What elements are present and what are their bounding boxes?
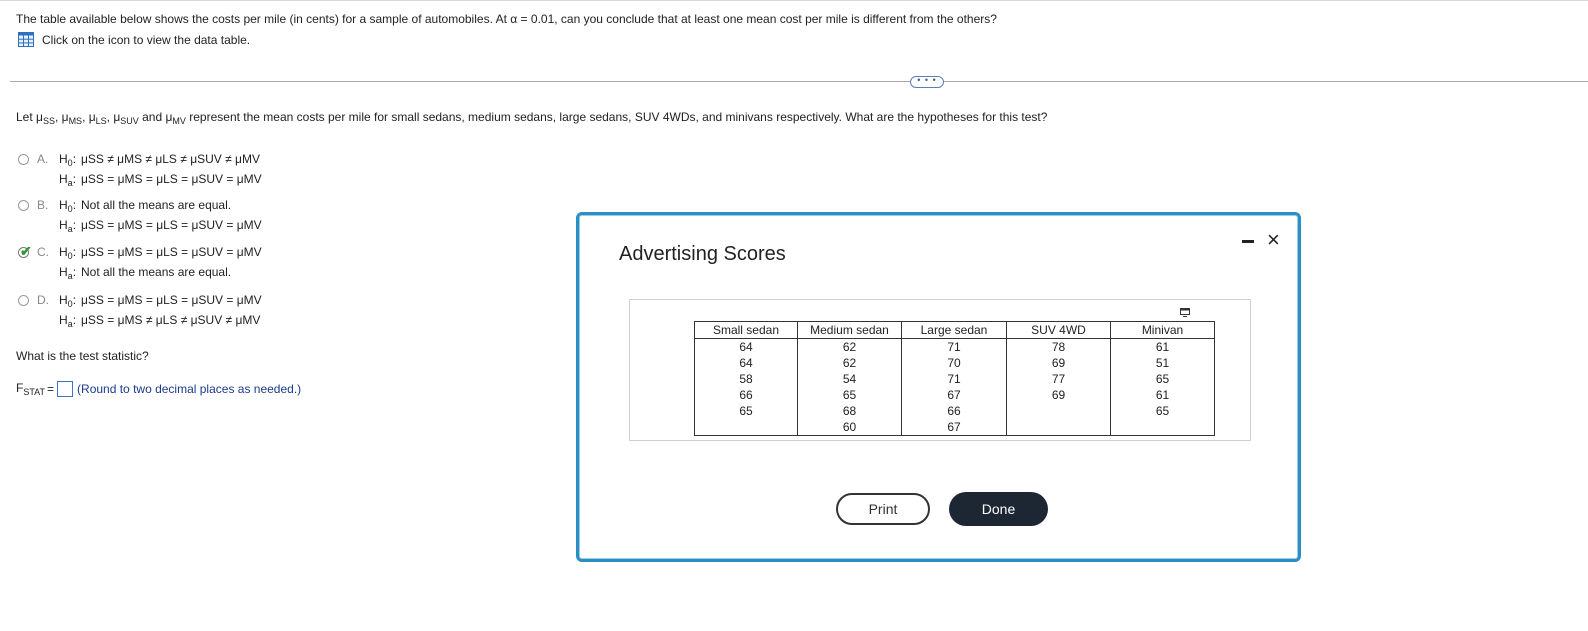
table-cell: 65: [797, 387, 902, 403]
table-row: 65 68 66 65: [694, 403, 1215, 419]
option-d-letter: D.: [37, 293, 49, 307]
expand-content-button[interactable]: • • •: [910, 76, 944, 88]
table-cell: 62: [797, 338, 902, 355]
section-divider: [10, 81, 1588, 82]
fstat-equals: =: [47, 382, 55, 396]
table-cell: 67: [901, 387, 1007, 403]
option-a-radio[interactable]: [18, 154, 29, 165]
table-cell: 65: [1110, 371, 1215, 387]
option-b-ha: Ha: μSS = μMS = μLS = μSUV = μMV: [59, 218, 262, 234]
ellipsis-icon: • • •: [917, 75, 937, 85]
top-rule: [0, 0, 1588, 1]
question-text: The table available below shows the cost…: [16, 12, 997, 26]
table-row: 60 67: [694, 419, 1215, 436]
option-c-h0: H0: μSS = μMS = μLS = μSUV = μMV: [59, 245, 262, 261]
table-cell: [1110, 419, 1215, 436]
option-d-h0: H0: μSS = μMS = μLS = μSUV = μMV: [59, 293, 262, 309]
table-cell: 65: [694, 403, 798, 419]
question-prefix: The table available below shows the cost…: [16, 12, 507, 26]
column-header: Small sedan: [694, 321, 798, 339]
table-cell: 70: [901, 355, 1007, 371]
table-cell: 68: [797, 403, 902, 419]
done-button[interactable]: Done: [949, 492, 1048, 526]
table-grid-icon[interactable]: [18, 32, 34, 47]
alpha-value: = 0.01, can you conclude that at least o…: [520, 12, 997, 26]
column-header: SUV 4WD: [1006, 321, 1111, 339]
checkmark-icon: ✔: [20, 243, 32, 259]
column-header: Minivan: [1110, 321, 1215, 339]
table-cell: [1006, 403, 1111, 419]
data-table-link[interactable]: Click on the icon to view the data table…: [18, 32, 250, 47]
table-cell: 51: [1110, 355, 1215, 371]
table-link-label[interactable]: Click on the icon to view the data table…: [42, 33, 250, 47]
hypothesis-prompt: Let μSS, μMS, μLS, μSUV and μMV represen…: [16, 110, 1048, 126]
advertising-scores-table: Small sedan Medium sedan Large sedan SUV…: [694, 321, 1215, 436]
dialog-title: Advertising Scores: [619, 243, 786, 265]
data-table-panel: Small sedan Medium sedan Large sedan SUV…: [629, 299, 1251, 441]
table-cell: 66: [694, 387, 798, 403]
column-header: Large sedan: [901, 321, 1007, 339]
table-cell: 64: [694, 338, 798, 355]
option-a-ha: Ha: μSS = μMS = μLS = μSUV = μMV: [59, 172, 262, 188]
fstat-answer-input[interactable]: [57, 381, 74, 397]
expand-icon[interactable]: [1180, 308, 1190, 317]
table-cell: 54: [797, 371, 902, 387]
option-b-radio[interactable]: [18, 200, 29, 211]
table-cell: 61: [1110, 338, 1215, 355]
option-a-letter: A.: [37, 152, 49, 166]
rounding-note: (Round to two decimal places as needed.): [77, 382, 302, 396]
table-cell: 69: [1006, 387, 1111, 403]
table-cell: 77: [1006, 371, 1111, 387]
table-cell: 65: [1110, 403, 1215, 419]
table-cell: 69: [1006, 355, 1111, 371]
table-row: 58 54 71 77 65: [694, 371, 1215, 387]
table-cell: 78: [1006, 338, 1111, 355]
option-b-letter: B.: [37, 198, 49, 212]
test-statistic-question: What is the test statistic?: [16, 349, 149, 363]
table-cell: 66: [901, 403, 1007, 419]
table-header-row: Small sedan Medium sedan Large sedan SUV…: [694, 321, 1215, 339]
option-c-letter: C.: [37, 245, 49, 259]
table-cell: 71: [901, 371, 1007, 387]
print-button[interactable]: Print: [836, 493, 930, 525]
table-cell: 58: [694, 371, 798, 387]
option-b-h0: H0: Not all the means are equal.: [59, 198, 232, 214]
table-cell: 71: [901, 338, 1007, 355]
fstat-row: FSTAT = (Round to two decimal places as …: [16, 381, 301, 397]
close-icon[interactable]: ×: [1267, 229, 1280, 251]
option-d-ha: Ha: μSS = μMS ≠ μLS ≠ μSUV ≠ μMV: [59, 313, 261, 329]
fstat-label: FSTAT: [16, 381, 46, 397]
table-cell: 61: [1110, 387, 1215, 403]
table-cell: [1006, 419, 1111, 436]
minimize-icon[interactable]: [1242, 240, 1254, 243]
option-d-radio[interactable]: [18, 295, 29, 306]
table-cell: 62: [797, 355, 902, 371]
alpha-symbol: α: [510, 12, 518, 26]
table-cell: 60: [797, 419, 902, 436]
option-a-h0: H0: μSS ≠ μMS ≠ μLS ≠ μSUV ≠ μMV: [59, 152, 260, 168]
data-table-dialog: Advertising Scores × Small sedan Medium …: [576, 212, 1301, 562]
table-cell: [694, 419, 798, 436]
option-c-ha: Ha: Not all the means are equal.: [59, 265, 232, 281]
table-row: 66 65 67 69 61: [694, 387, 1215, 403]
column-header: Medium sedan: [797, 321, 902, 339]
table-row: 64 62 71 78 61: [694, 338, 1215, 355]
table-row: 64 62 70 69 51: [694, 355, 1215, 371]
table-cell: 64: [694, 355, 798, 371]
table-cell: 67: [901, 419, 1007, 436]
